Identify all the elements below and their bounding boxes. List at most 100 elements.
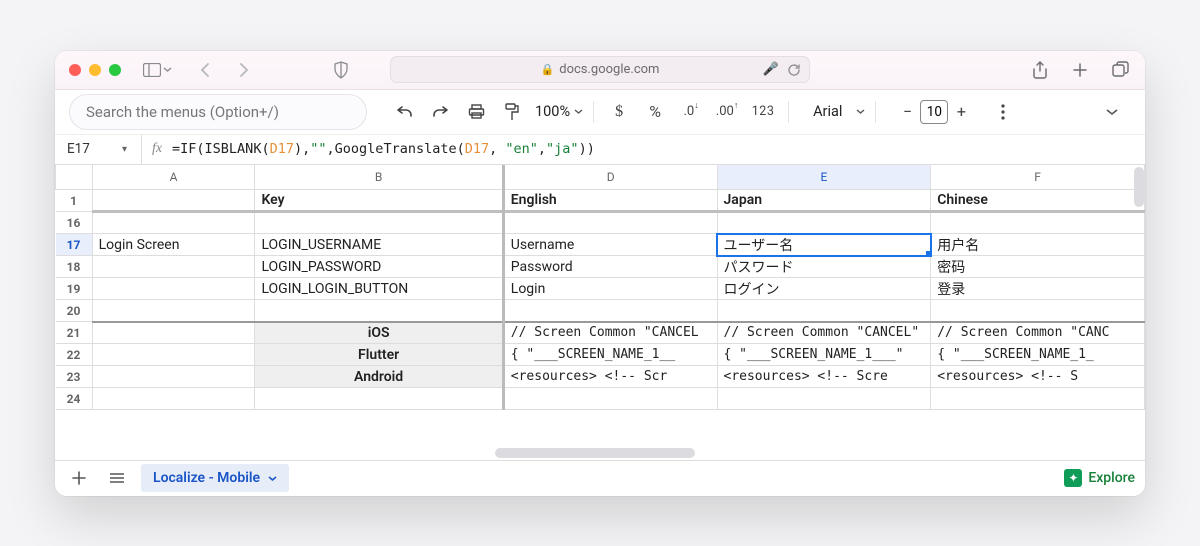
minimize-window-button[interactable] (89, 64, 101, 76)
cell[interactable] (717, 388, 931, 410)
zoom-select[interactable]: 100% (535, 103, 570, 120)
sheet-tab[interactable]: Localize - Mobile (141, 464, 289, 492)
microphone-icon[interactable]: 🎤 (763, 62, 779, 77)
more-formats-button[interactable]: 123 (748, 97, 778, 127)
font-size-input[interactable]: 10 (920, 100, 948, 124)
column-header-E[interactable]: E (717, 165, 931, 190)
cell[interactable]: { "___SCREEN_NAME_1__ (503, 344, 717, 366)
font-select[interactable]: Arial (803, 103, 852, 120)
cell[interactable] (255, 388, 503, 410)
cell[interactable] (92, 278, 255, 300)
cell[interactable]: Login (503, 278, 717, 300)
decrease-font-size-button[interactable]: − (894, 99, 920, 125)
cell[interactable]: パスワード (717, 256, 931, 278)
row-header[interactable]: 17 (56, 234, 93, 256)
row-header[interactable]: 18 (56, 256, 93, 278)
cell[interactable]: iOS (255, 322, 503, 344)
sidebar-toggle[interactable] (143, 63, 172, 77)
cell[interactable] (92, 366, 255, 388)
percent-button[interactable]: % (640, 97, 670, 127)
cell[interactable]: Key (255, 190, 503, 212)
cell[interactable] (92, 344, 255, 366)
formula-input[interactable]: =IF(ISBLANK(D17),"",GoogleTranslate(D17,… (172, 141, 595, 157)
print-button[interactable] (461, 97, 491, 127)
maximize-window-button[interactable] (109, 64, 121, 76)
column-header-F[interactable]: F (931, 165, 1145, 190)
cell[interactable]: Password (503, 256, 717, 278)
vertical-scrollbar[interactable] (1134, 167, 1144, 207)
row-header[interactable]: 23 (56, 366, 93, 388)
cell[interactable]: Username (503, 234, 717, 256)
cell[interactable]: ユーザー名 (717, 234, 931, 256)
collapse-toolbar-button[interactable] (1097, 97, 1127, 127)
explore-button[interactable]: ✦ Explore (1064, 469, 1135, 487)
cell[interactable] (92, 212, 255, 234)
horizontal-scrollbar[interactable] (495, 448, 695, 458)
column-header-D[interactable]: D (503, 165, 717, 190)
privacy-shield-icon[interactable] (330, 59, 352, 81)
cell[interactable] (92, 190, 255, 212)
row-header[interactable]: 19 (56, 278, 93, 300)
close-window-button[interactable] (69, 64, 81, 76)
cell[interactable] (931, 212, 1145, 234)
cell[interactable]: // Screen Common "CANCEL (503, 322, 717, 344)
cell[interactable]: { "___SCREEN_NAME_1_ (931, 344, 1145, 366)
cell[interactable]: 用户名 (931, 234, 1145, 256)
cell[interactable] (92, 256, 255, 278)
cell[interactable]: Flutter (255, 344, 503, 366)
menu-search-input[interactable]: Search the menus (Option+/) (69, 94, 367, 130)
cell[interactable]: <resources> <!-- Scre (717, 366, 931, 388)
cell[interactable]: <resources> <!-- S (931, 366, 1145, 388)
redo-button[interactable] (425, 97, 455, 127)
decrease-decimal-button[interactable]: .0↓ (676, 97, 706, 127)
row-header[interactable]: 22 (56, 344, 93, 366)
cell[interactable]: <resources> <!-- Scr (503, 366, 717, 388)
undo-button[interactable] (389, 97, 419, 127)
cell[interactable] (717, 300, 931, 322)
cell[interactable] (92, 388, 255, 410)
cell[interactable] (503, 212, 717, 234)
cell[interactable]: LOGIN_PASSWORD (255, 256, 503, 278)
cell[interactable]: LOGIN_USERNAME (255, 234, 503, 256)
cell[interactable]: ログイン (717, 278, 931, 300)
cell[interactable]: English (503, 190, 717, 212)
row-header[interactable]: 20 (56, 300, 93, 322)
increase-font-size-button[interactable]: + (948, 99, 974, 125)
url-bar[interactable]: 🔒 docs.google.com 🎤 (390, 56, 810, 83)
cell[interactable] (503, 388, 717, 410)
cell[interactable]: Chinese (931, 190, 1145, 212)
cell[interactable] (255, 212, 503, 234)
cell[interactable]: // Screen Common "CANCEL" (717, 322, 931, 344)
cell[interactable] (255, 300, 503, 322)
more-toolbar-button[interactable] (988, 97, 1018, 127)
cell[interactable]: 登录 (931, 278, 1145, 300)
share-icon[interactable] (1029, 59, 1051, 81)
cell[interactable]: // Screen Common "CANC (931, 322, 1145, 344)
cell[interactable]: 密码 (931, 256, 1145, 278)
row-header[interactable]: 24 (56, 388, 93, 410)
cell[interactable]: Android (255, 366, 503, 388)
column-header-B[interactable]: B (255, 165, 503, 190)
cell[interactable] (931, 300, 1145, 322)
column-header-A[interactable]: A (92, 165, 255, 190)
add-sheet-button[interactable] (65, 464, 93, 492)
cell[interactable] (931, 388, 1145, 410)
cell[interactable] (92, 322, 255, 344)
cell[interactable] (717, 212, 931, 234)
tabs-overview-icon[interactable] (1109, 59, 1131, 81)
cell[interactable]: LOGIN_LOGIN_BUTTON (255, 278, 503, 300)
reload-icon[interactable] (787, 63, 801, 77)
row-header[interactable]: 21 (56, 322, 93, 344)
new-tab-icon[interactable] (1069, 59, 1091, 81)
row-header[interactable]: 1 (56, 190, 93, 212)
cell[interactable]: Login Screen (92, 234, 255, 256)
row-header[interactable]: 16 (56, 212, 93, 234)
forward-button[interactable] (232, 59, 254, 81)
name-box[interactable]: E17 ▾ (55, 141, 141, 157)
spreadsheet-grid[interactable]: A B D E F 1 Key English Japan Chinese 16… (55, 165, 1145, 460)
paint-format-button[interactable] (497, 97, 527, 127)
all-sheets-button[interactable] (103, 464, 131, 492)
cell[interactable] (503, 300, 717, 322)
currency-button[interactable]: $ (604, 97, 634, 127)
cell[interactable]: { "___SCREEN_NAME_1___" (717, 344, 931, 366)
